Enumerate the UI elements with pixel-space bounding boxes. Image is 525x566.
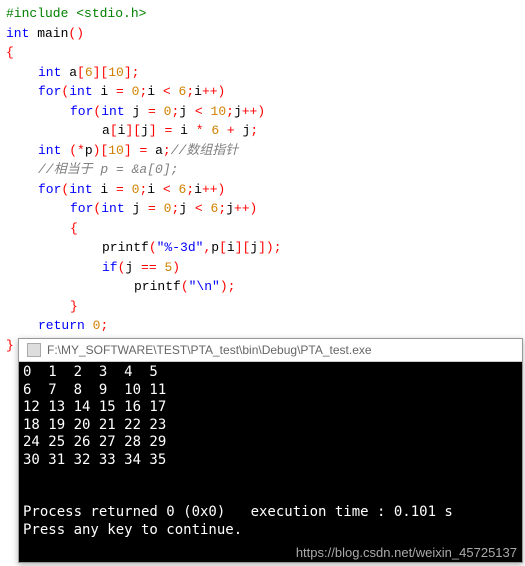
- code-line: for(int i = 0;i < 6;i++): [6, 82, 519, 102]
- console-title-bar[interactable]: F:\MY_SOFTWARE\TEST\PTA_test\bin\Debug\P…: [19, 339, 522, 362]
- code-line: }: [6, 297, 519, 317]
- console-output[interactable]: 0 1 2 3 4 5 6 7 8 9 10 11 12 13 14 15 16…: [19, 362, 522, 562]
- watermark: https://blog.csdn.net/weixin_45725137: [296, 545, 517, 560]
- console-title: F:\MY_SOFTWARE\TEST\PTA_test\bin\Debug\P…: [47, 343, 372, 357]
- code-line: #include <stdio.h>: [6, 4, 519, 24]
- code-line: for(int j = 0;j < 6;j++): [6, 199, 519, 219]
- app-icon: [27, 343, 41, 357]
- code-line: return 0;: [6, 316, 519, 336]
- code-line: {: [6, 43, 519, 63]
- code-line: for(int i = 0;i < 6;i++): [6, 180, 519, 200]
- code-line: if(j == 5): [6, 258, 519, 278]
- code-line: for(int j = 0;j < 10;j++): [6, 102, 519, 122]
- code-line: printf("%-3d",p[i][j]);: [6, 238, 519, 258]
- code-line: {: [6, 219, 519, 239]
- code-line: int a[6][10];: [6, 63, 519, 83]
- console-window[interactable]: F:\MY_SOFTWARE\TEST\PTA_test\bin\Debug\P…: [18, 338, 523, 563]
- code-line: a[i][j] = i * 6 + j;: [6, 121, 519, 141]
- code-line: printf("\n");: [6, 277, 519, 297]
- code-line: //相当于 p = &a[0];: [6, 160, 519, 180]
- code-line: int (*p)[10] = a;//数组指针: [6, 141, 519, 161]
- code-editor[interactable]: #include <stdio.h> int main() { int a[6]…: [0, 0, 525, 359]
- code-line: int main(): [6, 24, 519, 44]
